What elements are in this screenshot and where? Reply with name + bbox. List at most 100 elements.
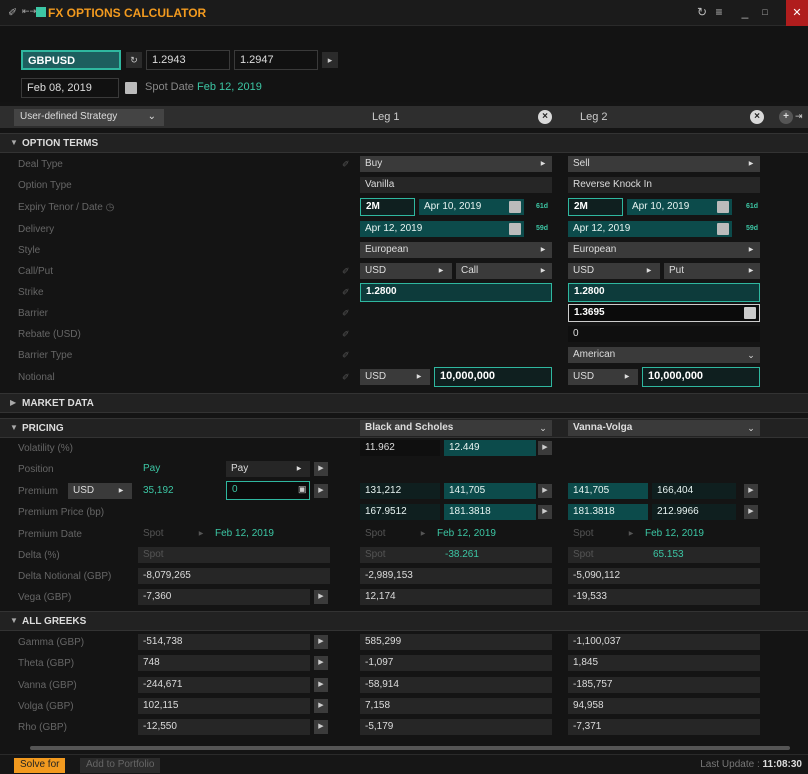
horizontal-scrollbar[interactable]: [30, 746, 790, 750]
theta-toggle-icon[interactable]: ▶: [314, 656, 328, 670]
vega-toggle-icon[interactable]: ▶: [314, 590, 328, 604]
bid-rate-field[interactable]: 1.2943: [146, 50, 230, 70]
calculator-icon[interactable]: [744, 307, 756, 319]
leg1-price-bid[interactable]: 167.9512: [360, 504, 440, 520]
leg1-option-type[interactable]: Vanilla: [360, 177, 552, 193]
total-rho: -12,550: [138, 719, 310, 735]
volga-toggle-icon[interactable]: ▶: [314, 699, 328, 713]
leg2-premium-spot[interactable]: Spot: [568, 526, 628, 542]
leg2-rebate-input[interactable]: 0: [568, 326, 760, 342]
link-icon[interactable]: ✐: [8, 6, 17, 19]
app-title: FX OPTIONS CALCULATOR: [48, 6, 207, 20]
refresh-quote-icon[interactable]: ↻: [126, 52, 142, 68]
remove-leg1-icon[interactable]: ×: [538, 110, 552, 124]
leg1-premium-ask[interactable]: 141,705: [444, 483, 536, 499]
total-delta-spot[interactable]: Spot: [138, 547, 330, 563]
label-vanna: Vanna (GBP): [18, 680, 77, 691]
leg1-vol-bid[interactable]: 11.962: [360, 440, 440, 456]
leg1-notional-input[interactable]: 10,000,000: [434, 367, 552, 387]
leg2-barrier-input[interactable]: 1.3695: [568, 304, 760, 322]
premium-toggle-icon[interactable]: ▶: [314, 484, 328, 498]
leg2-style-select[interactable]: European: [568, 242, 760, 258]
leg1-premium-bid[interactable]: 131,212: [360, 483, 440, 499]
leg1-vol-ask[interactable]: 12.449: [444, 440, 536, 456]
calendar-icon[interactable]: [125, 82, 137, 94]
leg1-delivery-date[interactable]: Apr 12, 2019: [360, 221, 524, 237]
minimize-icon[interactable]: _: [738, 5, 752, 19]
leg2-price-bid[interactable]: 181.3818: [568, 504, 648, 520]
leg2-premium-bid[interactable]: 141,705: [568, 483, 648, 499]
leg1-model-select[interactable]: Black and Scholes: [360, 420, 552, 436]
rho-toggle-icon[interactable]: ▶: [314, 720, 328, 734]
leg2-delivery-date[interactable]: Apr 12, 2019: [568, 221, 732, 237]
label-vega: Vega (GBP): [18, 592, 72, 603]
menu-icon[interactable]: ≡: [712, 5, 726, 19]
remove-leg2-icon[interactable]: ×: [750, 110, 764, 124]
trade-date-input[interactable]: Feb 08, 2019: [21, 78, 119, 98]
leg2-deal-type-select[interactable]: Sell: [568, 156, 760, 172]
premium-toggle-icon[interactable]: ▶: [744, 484, 758, 498]
dropdown-icon: ▶: [628, 531, 634, 537]
label-position: Position: [18, 464, 54, 475]
premium-toggle-icon[interactable]: ▶: [538, 484, 552, 498]
chevron-down-icon: ⌄: [747, 423, 755, 433]
close-icon[interactable]: ✕: [786, 0, 808, 26]
leg1-premium-spot[interactable]: Spot: [360, 526, 420, 542]
leg1-price-ask[interactable]: 181.3818: [444, 504, 536, 520]
leg1-expiry-days: 61d: [536, 203, 549, 210]
leg2-header: Leg 2: [580, 111, 608, 123]
label-volatility: Volatility (%): [18, 443, 74, 454]
solve-for-button[interactable]: Solve for: [14, 758, 66, 773]
collapse-icon[interactable]: ⇥: [795, 111, 803, 122]
add-leg-icon[interactable]: +: [779, 110, 793, 124]
leg1-vanna: -58,914: [360, 677, 552, 693]
leg2-notional-input[interactable]: 10,000,000: [642, 367, 760, 387]
label-barrier: Barrier: [18, 308, 49, 319]
leg2-model-select[interactable]: Vanna-Volga: [568, 420, 760, 436]
leg1-theta: -1,097: [360, 655, 552, 671]
leg1-tenor-input[interactable]: 2M: [360, 198, 415, 216]
lock-icon[interactable]: ▣: [298, 484, 307, 495]
price-toggle-icon[interactable]: ▶: [538, 505, 552, 519]
gamma-toggle-icon[interactable]: ▶: [314, 635, 328, 649]
vol-toggle-icon[interactable]: ▶: [538, 441, 552, 455]
nav-arrows-icon[interactable]: ⇤⇥: [22, 6, 37, 17]
total-premium-spot[interactable]: Spot: [138, 526, 198, 542]
edit-icon: ✐: [342, 350, 350, 360]
position-toggle-icon[interactable]: ▶: [314, 462, 328, 476]
leg1-header: Leg 1: [372, 111, 400, 123]
section-title: ALL GREEKS: [22, 616, 87, 627]
leg2-barrier-type-select[interactable]: American: [568, 347, 760, 363]
leg1-style-select[interactable]: European: [360, 242, 552, 258]
leg2-strike-input[interactable]: 1.2800: [568, 283, 760, 302]
add-to-portfolio-button[interactable]: Add to Portfolio: [80, 758, 161, 773]
total-position-text: Pay: [143, 463, 161, 474]
currency-pair-input[interactable]: GBPUSD: [21, 50, 121, 70]
leg2-delta: 65.153: [653, 549, 684, 560]
price-toggle-icon[interactable]: ▶: [744, 505, 758, 519]
section-market-data[interactable]: ▶ MARKET DATA: [0, 393, 808, 413]
leg2-option-type[interactable]: Reverse Knock In: [568, 177, 760, 193]
leg2-price-ask[interactable]: 212.9966: [652, 504, 736, 520]
ask-rate-field[interactable]: 1.2947: [234, 50, 318, 70]
maximize-icon[interactable]: □: [758, 5, 772, 19]
calendar-icon[interactable]: [717, 201, 729, 213]
calendar-icon[interactable]: [509, 201, 521, 213]
edit-icon: ✐: [342, 329, 350, 339]
section-option-terms[interactable]: ▼ OPTION TERMS: [0, 133, 808, 153]
leg2-tenor-input[interactable]: 2M: [568, 198, 623, 216]
leg2-vega: -19,533: [568, 589, 760, 605]
leg2-premium-ask[interactable]: 166,404: [652, 483, 736, 499]
strategy-select[interactable]: User-defined Strategy ⌄: [14, 109, 164, 126]
section-all-greeks[interactable]: ▼ ALL GREEKS: [0, 611, 808, 631]
leg1-strike-input[interactable]: 1.2800: [360, 283, 552, 302]
rate-dropdown-icon[interactable]: ▸: [322, 52, 338, 68]
calendar-icon[interactable]: [509, 223, 521, 235]
dropdown-icon: ▶: [646, 268, 652, 274]
refresh-icon[interactable]: ↻: [695, 5, 709, 19]
vanna-toggle-icon[interactable]: ▶: [314, 678, 328, 692]
last-update: Last Update : 11:08:30: [700, 759, 802, 770]
leg1-vega: 12,174: [360, 589, 552, 605]
leg1-deal-type-select[interactable]: Buy: [360, 156, 552, 172]
calendar-icon[interactable]: [717, 223, 729, 235]
